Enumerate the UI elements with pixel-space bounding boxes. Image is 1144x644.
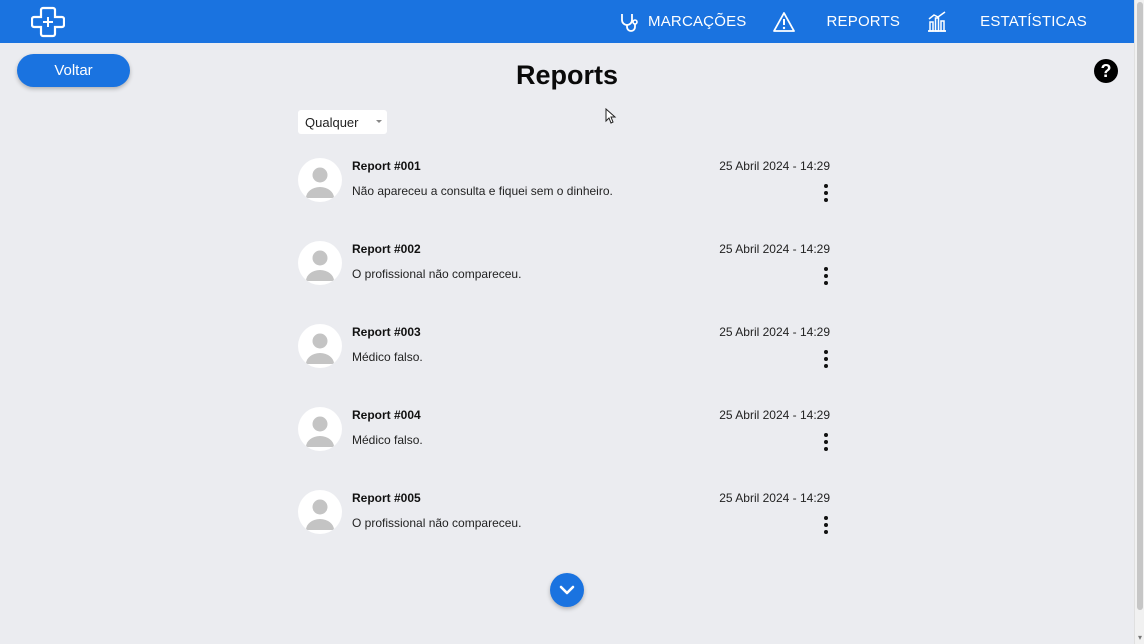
warning-icon [772, 11, 795, 33]
nav-estatisticas-label: ESTATÍSTICAS [980, 13, 1087, 30]
nav-marcacoes[interactable]: MARCAÇÕES [618, 0, 746, 43]
more-options-icon[interactable] [820, 515, 832, 535]
report-title: Report #002 [352, 242, 421, 256]
report-title: Report #001 [352, 159, 421, 173]
avatar [298, 490, 342, 534]
report-date: 25 Abril 2024 - 14:29 [719, 491, 830, 505]
nav-warning[interactable] [772, 0, 795, 43]
report-date: 25 Abril 2024 - 14:29 [719, 408, 830, 422]
report-title: Report #003 [352, 325, 421, 339]
report-title: Report #004 [352, 408, 421, 422]
stethoscope-icon [618, 11, 640, 33]
page-title: Reports [515, 60, 618, 90]
more-options-icon[interactable] [820, 183, 832, 203]
report-text: Não apareceu a consulta e fiquei sem o d… [352, 184, 613, 198]
mouse-cursor-icon [605, 108, 617, 124]
report-date: 25 Abril 2024 - 14:29 [719, 325, 830, 339]
report-text: Médico falso. [352, 433, 423, 447]
top-navbar: MARCAÇÕES REPORTS ESTATÍSTICAS [0, 0, 1134, 43]
filter-select[interactable]: Qualquer [298, 110, 387, 134]
more-options-icon[interactable] [820, 432, 832, 452]
chevron-down-icon [376, 120, 382, 123]
avatar [298, 158, 342, 202]
report-date: 25 Abril 2024 - 14:29 [719, 242, 830, 256]
main-nav: MARCAÇÕES REPORTS ESTATÍSTICAS [618, 0, 1134, 43]
nav-estatisticas[interactable]: ESTATÍSTICAS [980, 0, 1087, 43]
load-more-button[interactable] [550, 573, 584, 607]
report-item[interactable]: Report #004 Médico falso. 25 Abril 2024 - … [298, 407, 832, 457]
nav-reports-label: REPORTS [826, 13, 901, 30]
report-item[interactable]: Report #002 O profissional não compareceu… [298, 241, 832, 291]
nav-stats-icon-link[interactable] [926, 0, 948, 43]
report-text: O profissional não compareceu. [352, 516, 522, 530]
filter-selected-value: Qualquer [305, 115, 359, 130]
medical-cross-logo-icon[interactable] [30, 5, 66, 39]
avatar [298, 241, 342, 285]
chevron-down-icon [559, 585, 575, 595]
more-options-icon[interactable] [820, 349, 832, 369]
bar-chart-icon [926, 10, 948, 33]
report-item[interactable]: Report #005 O profissional não compareceu… [298, 490, 832, 540]
report-text: Médico falso. [352, 350, 423, 364]
report-title: Report #005 [352, 491, 421, 505]
report-text: O profissional não compareceu. [352, 267, 522, 281]
avatar [298, 407, 342, 451]
report-item[interactable]: Report #001 Não apareceu a consulta e fiq… [298, 158, 832, 208]
report-date: 25 Abril 2024 - 14:29 [719, 159, 830, 173]
help-icon[interactable]: ? [1094, 59, 1118, 83]
report-item[interactable]: Report #003 Médico falso. 25 Abril 2024 - … [298, 324, 832, 374]
page-scrollbar[interactable]: ▾ [1134, 0, 1144, 644]
more-options-icon[interactable] [820, 266, 832, 286]
nav-marcacoes-label: MARCAÇÕES [648, 13, 747, 30]
scrollbar-thumb[interactable] [1137, 2, 1143, 610]
avatar [298, 324, 342, 368]
scroll-down-arrow-icon[interactable]: ▾ [1136, 634, 1144, 642]
nav-reports[interactable]: REPORTS [827, 0, 901, 43]
